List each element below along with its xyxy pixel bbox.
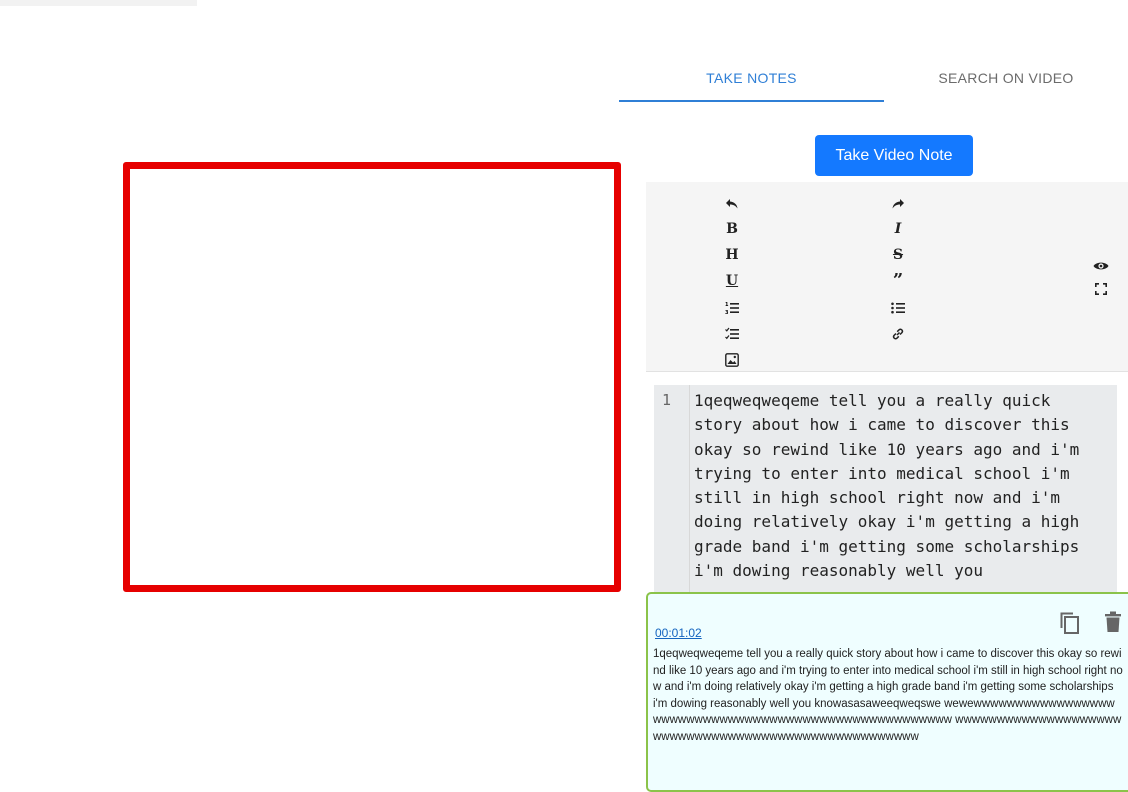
tab-search-on-video[interactable]: SEARCH ON VIDEO (884, 62, 1128, 102)
tab-bar: TAKE NOTES SEARCH ON VIDEO (619, 62, 1128, 104)
link-icon[interactable] (886, 320, 910, 346)
bold-icon[interactable]: B (720, 216, 744, 242)
line-number: 1 (662, 391, 672, 409)
undo-icon[interactable] (720, 190, 744, 216)
active-tab-indicator (619, 100, 884, 102)
fullscreen-icon[interactable] (1089, 278, 1113, 298)
delete-icon[interactable] (1103, 610, 1127, 636)
image-icon[interactable] (720, 346, 744, 372)
preview-eye-icon[interactable] (1089, 252, 1113, 278)
underline-icon[interactable]: U (720, 268, 744, 294)
italic-icon[interactable]: I (886, 216, 910, 242)
take-video-note-button[interactable]: Take Video Note (815, 135, 973, 176)
note-timestamp-link[interactable]: 00:01:02 (655, 626, 702, 640)
editor-text[interactable]: 1qeqweqweqeme tell you a really quick st… (694, 389, 1094, 583)
tab-take-notes[interactable]: TAKE NOTES (619, 62, 884, 102)
editor-toolbar: B H U 13 I S ” (646, 182, 1128, 372)
note-text: 1qeqweqweqeme tell you a really quick st… (653, 648, 1123, 743)
unordered-list-icon[interactable] (886, 294, 910, 320)
markdown-editor[interactable]: 1 1qeqweqweqeme tell you a really quick … (654, 385, 1117, 595)
strikethrough-icon[interactable]: S (886, 242, 910, 268)
quote-icon[interactable]: ” (886, 268, 910, 294)
video-player-frame[interactable] (123, 162, 621, 592)
ordered-list-icon[interactable]: 13 (720, 294, 744, 320)
checklist-icon[interactable] (720, 320, 744, 346)
top-strip (0, 0, 197, 6)
redo-icon[interactable] (886, 190, 910, 216)
svg-text:1: 1 (725, 302, 729, 308)
svg-text:3: 3 (725, 310, 729, 315)
heading-icon[interactable]: H (720, 242, 744, 268)
saved-note-card: 00:01:02 1qeqweqweqeme tell you a really… (646, 592, 1128, 792)
line-gutter: 1 (654, 385, 690, 595)
copy-icon[interactable] (1058, 610, 1082, 636)
